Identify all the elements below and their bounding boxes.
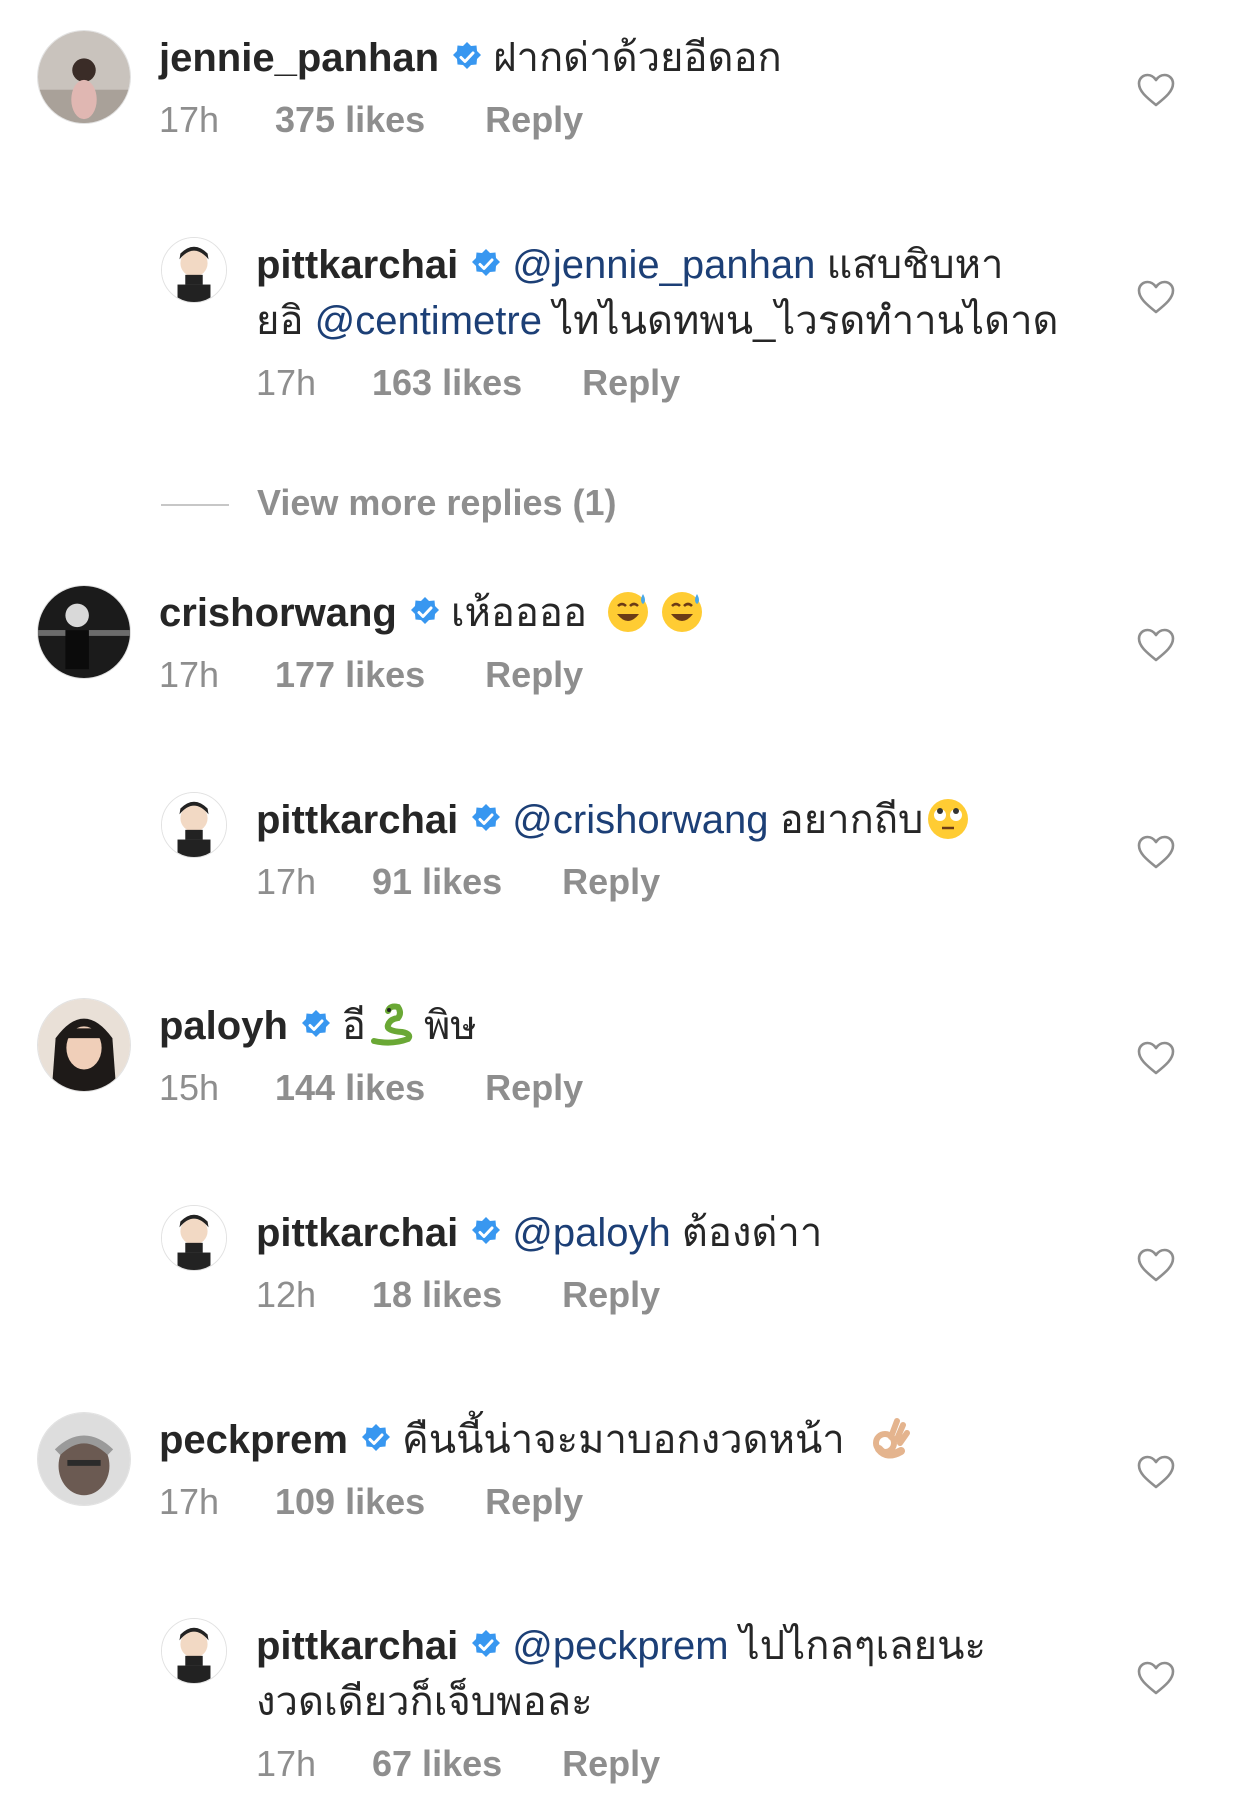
- comment-meta: 17h 375 likes Reply: [159, 100, 1102, 140]
- comment-meta: 17h 163 likes Reply: [256, 363, 1102, 403]
- heart-icon[interactable]: [1136, 72, 1176, 108]
- comment-text-line: pittkarchai @crishorwang อยากถีบ: [256, 792, 1102, 848]
- heart-icon[interactable]: [1136, 279, 1176, 315]
- comment-text: อยากถีบ: [779, 798, 924, 842]
- likes-count[interactable]: 67 likes: [372, 1743, 502, 1784]
- comment-text-line: ยอิ @centimetre ไทไนดทพน_ไวรดทำานไดาด: [256, 293, 1102, 349]
- avatar[interactable]: [161, 792, 227, 858]
- avatar[interactable]: [37, 585, 131, 679]
- likes-count[interactable]: 18 likes: [372, 1274, 502, 1315]
- timestamp: 12h: [256, 1274, 317, 1315]
- mention-link[interactable]: @paloyh: [512, 1211, 670, 1255]
- comment-text: แสบชิบหา: [826, 243, 1004, 287]
- timestamp: 17h: [256, 362, 317, 403]
- likes-count[interactable]: 109 likes: [275, 1481, 425, 1522]
- username[interactable]: peckprem: [159, 1418, 348, 1462]
- mention-link[interactable]: @centimetre: [315, 299, 542, 343]
- mention-link[interactable]: @crishorwang: [512, 798, 768, 842]
- heart-icon[interactable]: [1136, 1247, 1176, 1283]
- username[interactable]: crishorwang: [159, 591, 397, 635]
- comment-text: อี: [341, 1004, 366, 1048]
- likes-count[interactable]: 163 likes: [372, 362, 522, 403]
- timestamp: 15h: [159, 1067, 220, 1108]
- sweat-smile-emoji: [659, 588, 705, 634]
- username[interactable]: pittkarchai: [256, 798, 458, 842]
- timestamp: 17h: [159, 99, 220, 140]
- verified-badge-icon: [409, 596, 441, 628]
- heart-icon[interactable]: [1136, 1454, 1176, 1490]
- mention-link[interactable]: @jennie_panhan: [512, 243, 815, 287]
- reply-button[interactable]: Reply: [562, 1743, 660, 1784]
- likes-count[interactable]: 144 likes: [275, 1067, 425, 1108]
- comment-text: คืนนี้น่าจะมาบอกงวดหน้า: [401, 1418, 845, 1462]
- likes-count[interactable]: 375 likes: [275, 99, 425, 140]
- heart-icon[interactable]: [1136, 627, 1176, 663]
- rolling-eyes-emoji: [925, 795, 971, 841]
- username[interactable]: pittkarchai: [256, 1211, 458, 1255]
- comment-text: ไปไกลๆเลยนะ: [739, 1624, 986, 1668]
- comment-text-line: pittkarchai @jennie_panhan แสบชิบหา: [256, 237, 1102, 293]
- heart-icon[interactable]: [1136, 1040, 1176, 1076]
- timestamp: 17h: [159, 654, 220, 695]
- timestamp: 17h: [256, 861, 317, 902]
- verified-badge-icon: [300, 1009, 332, 1041]
- avatar[interactable]: [161, 1205, 227, 1271]
- verified-badge-icon: [470, 803, 502, 835]
- comment-text: พิษ: [423, 1004, 477, 1048]
- verified-badge-icon: [470, 1216, 502, 1248]
- comment-text: ไทไนดทพน_ไวรดทำานไดาด: [553, 299, 1059, 343]
- timestamp: 17h: [159, 1481, 220, 1522]
- comment-meta: 17h 109 likes Reply: [159, 1482, 1102, 1522]
- mention-link[interactable]: @peckprem: [512, 1624, 728, 1668]
- avatar[interactable]: [37, 30, 131, 124]
- comment-meta: 17h 177 likes Reply: [159, 655, 1102, 695]
- verified-badge-icon: [360, 1423, 392, 1455]
- reply-button[interactable]: Reply: [485, 1067, 583, 1108]
- reply-button[interactable]: Reply: [562, 861, 660, 902]
- comment-text: ยอิ: [256, 299, 304, 343]
- verified-badge-icon: [470, 248, 502, 280]
- likes-count[interactable]: 177 likes: [275, 654, 425, 695]
- comment-text-line: crishorwang เห้ออออ: [159, 585, 1102, 641]
- verified-badge-icon: [470, 1629, 502, 1661]
- username[interactable]: pittkarchai: [256, 243, 458, 287]
- comment-text-line: งวดเดียวก็เจ็บพอละ: [256, 1674, 1102, 1730]
- reply-button[interactable]: Reply: [485, 99, 583, 140]
- comment-text-line: peckprem คืนนี้น่าจะมาบอกงวดหน้า: [159, 1412, 1102, 1468]
- username[interactable]: paloyh: [159, 1004, 288, 1048]
- username[interactable]: jennie_panhan: [159, 36, 439, 80]
- timestamp: 17h: [256, 1743, 317, 1784]
- verified-badge-icon: [451, 41, 483, 73]
- comment-text: เห้ออออ: [450, 591, 587, 635]
- username[interactable]: pittkarchai: [256, 1624, 458, 1668]
- view-more-replies-button[interactable]: View more replies (1): [161, 482, 617, 524]
- likes-count[interactable]: 91 likes: [372, 861, 502, 902]
- comment-text-line: paloyh อี พิษ: [159, 998, 1102, 1054]
- comment-text: งวดเดียวก็เจ็บพอละ: [256, 1680, 593, 1724]
- avatar[interactable]: [37, 998, 131, 1092]
- comment-meta: 12h 18 likes Reply: [256, 1275, 1102, 1315]
- divider: [161, 504, 229, 507]
- reply-button[interactable]: Reply: [562, 1274, 660, 1315]
- heart-icon[interactable]: [1136, 1660, 1176, 1696]
- comment-text: ต้องด่าา: [681, 1211, 823, 1255]
- comment-meta: 15h 144 likes Reply: [159, 1068, 1102, 1108]
- ok-hand-emoji: [867, 1415, 913, 1461]
- sweat-smile-emoji: [605, 588, 651, 634]
- comment-text-line: jennie_panhan ฝากด่าด้วยอีดอก: [159, 30, 1102, 86]
- reply-button[interactable]: Reply: [485, 654, 583, 695]
- avatar[interactable]: [37, 1412, 131, 1506]
- reply-button[interactable]: Reply: [485, 1481, 583, 1522]
- comment-meta: 17h 91 likes Reply: [256, 862, 1102, 902]
- comment-text-line: pittkarchai @peckprem ไปไกลๆเลยนะ: [256, 1618, 1102, 1674]
- avatar[interactable]: [161, 237, 227, 303]
- heart-icon[interactable]: [1136, 834, 1176, 870]
- snake-emoji: [368, 1001, 414, 1047]
- comment-text-line: pittkarchai @paloyh ต้องด่าา: [256, 1205, 1102, 1261]
- comment-text: ฝากด่าด้วยอีดอก: [493, 36, 782, 80]
- view-more-label: View more replies (1): [257, 482, 617, 523]
- avatar[interactable]: [161, 1618, 227, 1684]
- comment-meta: 17h 67 likes Reply: [256, 1744, 1102, 1784]
- reply-button[interactable]: Reply: [582, 362, 680, 403]
